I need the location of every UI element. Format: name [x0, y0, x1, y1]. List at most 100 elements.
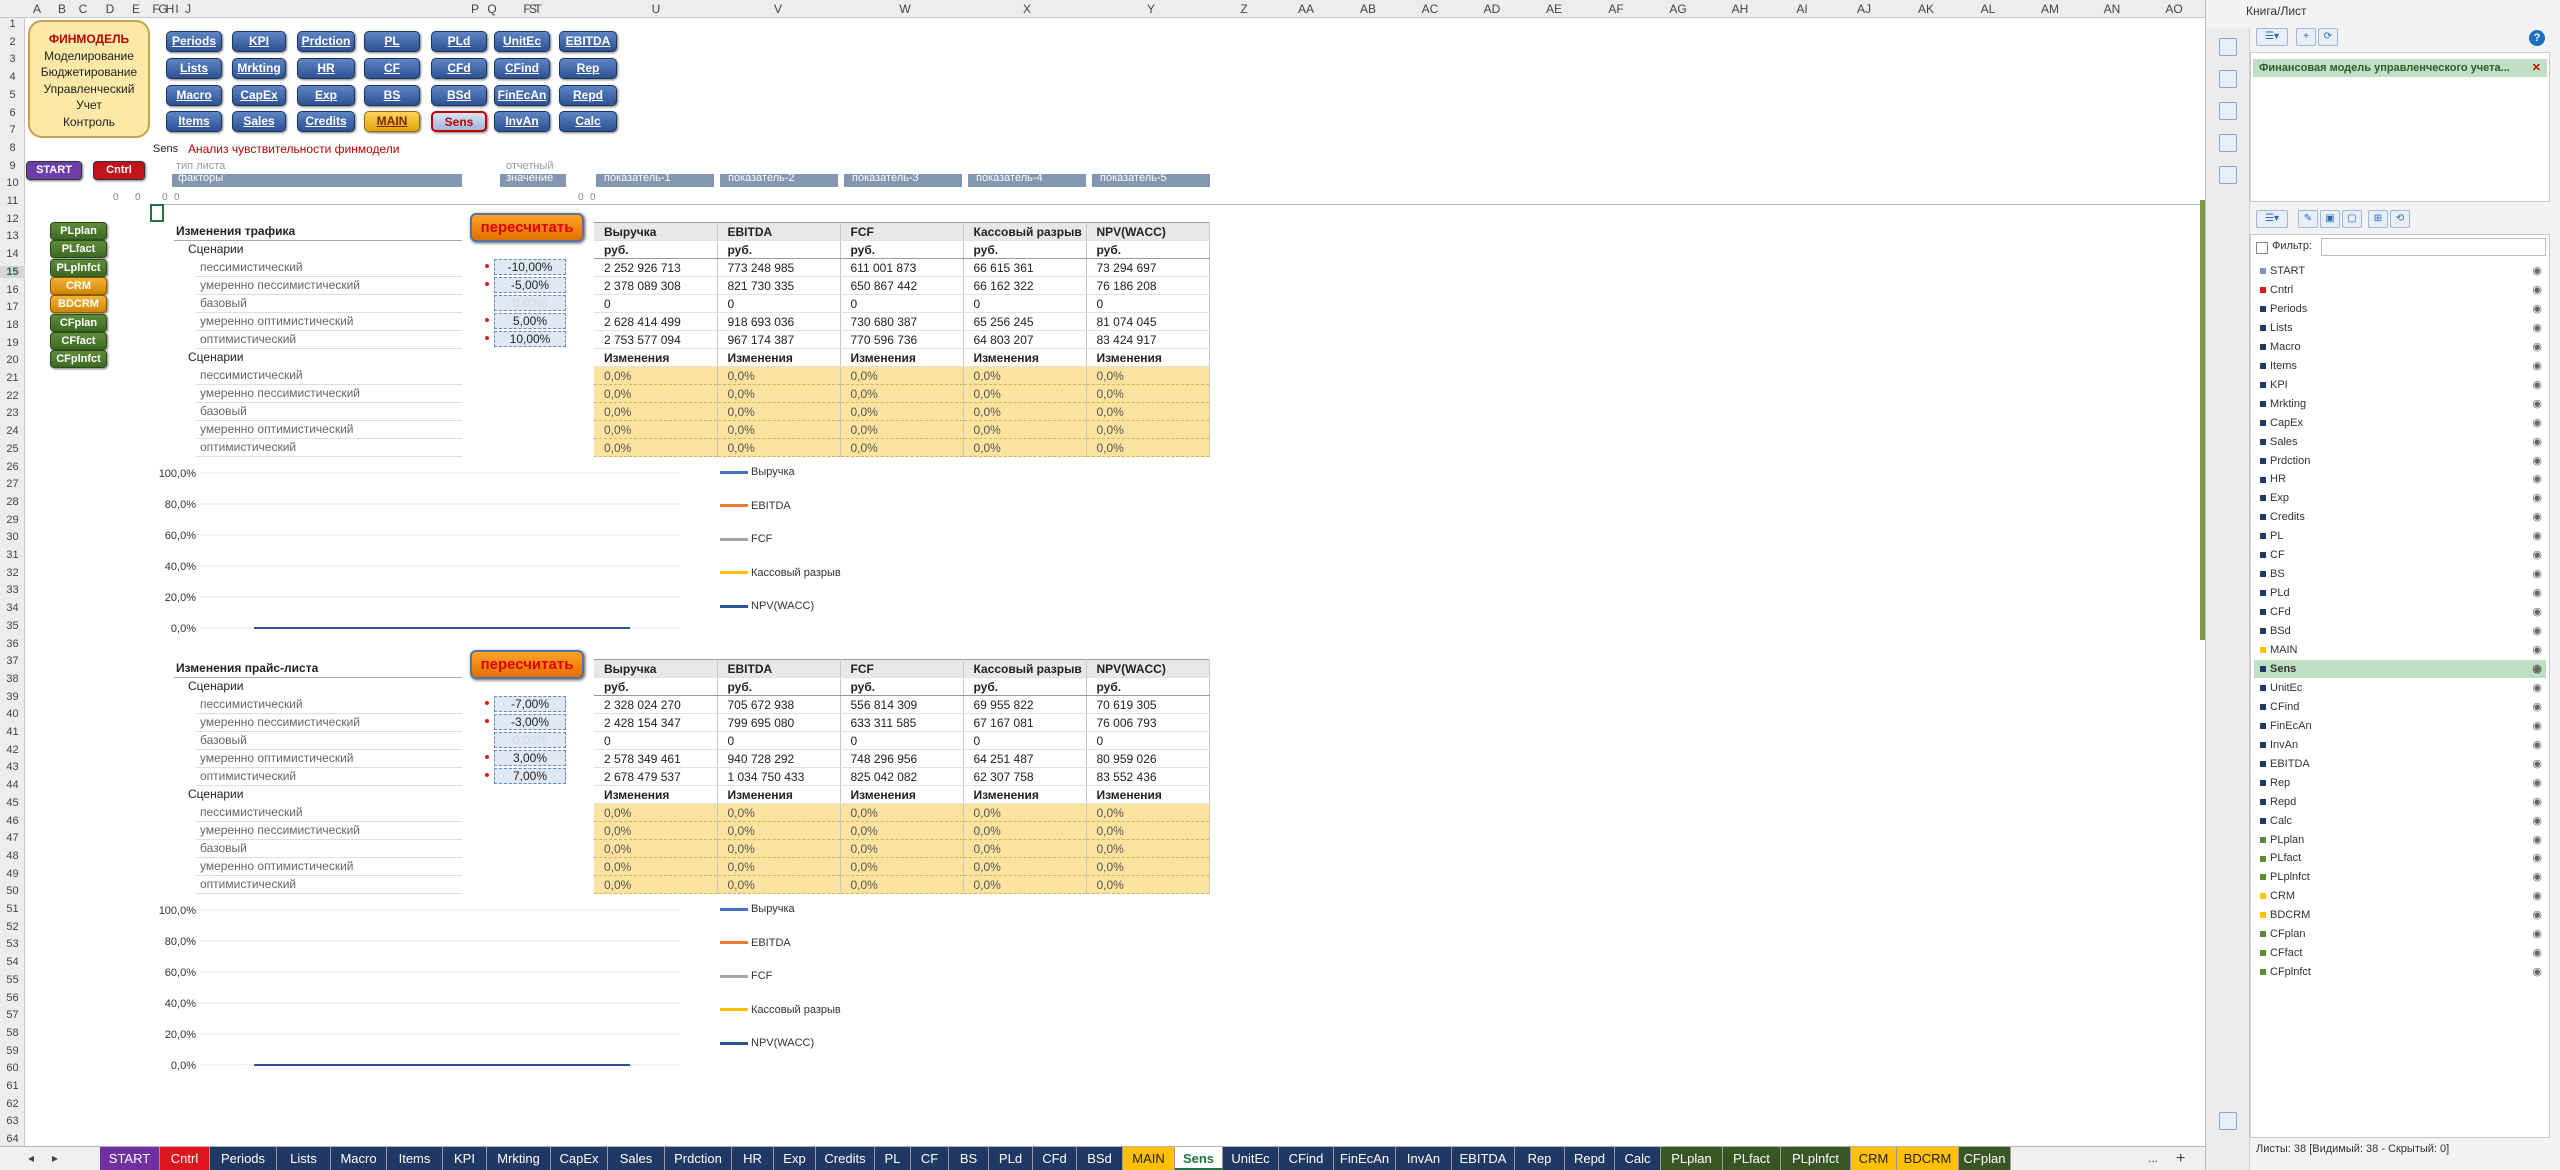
value-cell[interactable]: 76 006 793 [1086, 713, 1210, 732]
row-header[interactable]: 13 [0, 230, 25, 242]
nav-button-ebitda[interactable]: EBITDA [559, 31, 617, 52]
sheet-tab-credits[interactable]: Credits [816, 1147, 875, 1170]
visibility-eye-icon[interactable]: ◉ [2532, 963, 2542, 981]
sheet-tab-items[interactable]: Items [387, 1147, 443, 1170]
value-cell[interactable]: 799 695 080 [717, 713, 841, 732]
nav-button-capex[interactable]: CapEx [232, 85, 286, 106]
sheet-list-item[interactable]: UnitEc ◉ [2254, 679, 2546, 697]
change-cell[interactable]: 0,0% [963, 402, 1087, 421]
change-cell[interactable]: 0,0% [1086, 839, 1210, 858]
sheet-list-item[interactable]: Mrkting ◉ [2254, 395, 2546, 413]
value-cell[interactable]: 64 251 487 [963, 749, 1087, 768]
change-cell[interactable]: 0,0% [840, 875, 964, 894]
row-header[interactable]: 6 [0, 107, 25, 119]
change-cell[interactable]: 0,0% [717, 420, 841, 439]
sheet-tab-plplnfct[interactable]: PLplnfct [1781, 1147, 1851, 1170]
sheet-tab-ebitda[interactable]: EBITDA [1452, 1147, 1515, 1170]
filter-checkbox[interactable] [2256, 242, 2268, 254]
value-cell[interactable]: 940 728 292 [717, 749, 841, 768]
visibility-eye-icon[interactable]: ◉ [2532, 698, 2542, 716]
row-header[interactable]: 22 [0, 390, 25, 402]
sheet-list-item[interactable]: Cntrl ◉ [2254, 281, 2546, 299]
change-cell[interactable]: 0,0% [840, 821, 964, 840]
row-header[interactable]: 63 [0, 1115, 25, 1127]
value-cell[interactable]: 76 186 208 [1086, 276, 1210, 295]
change-cell[interactable]: 0,0% [594, 384, 718, 403]
sheet-tab-prdction[interactable]: Prdction [665, 1147, 732, 1170]
row-header[interactable]: 10 [0, 177, 25, 189]
nav-button-items[interactable]: Items [166, 111, 222, 132]
row-header[interactable]: 54 [0, 956, 25, 968]
sheet-list-item[interactable]: BDCRM ◉ [2254, 906, 2546, 924]
sheet-list-item[interactable]: InvAn ◉ [2254, 736, 2546, 754]
scenario-percent-input[interactable]: -5,00% [494, 277, 566, 293]
change-cell[interactable]: 0,0% [840, 803, 964, 822]
row-header[interactable]: 55 [0, 974, 25, 986]
change-cell[interactable]: 0,0% [594, 839, 718, 858]
column-header[interactable]: Y [1147, 2, 1155, 16]
sheet-tab-periods[interactable]: Periods [210, 1147, 277, 1170]
sheet-tab-cfplan[interactable]: CFplan [1959, 1147, 2011, 1170]
row-header[interactable]: 61 [0, 1080, 25, 1092]
row-header[interactable]: 15 [0, 265, 25, 278]
visibility-eye-icon[interactable]: ◉ [2532, 925, 2542, 943]
side-button-plplan[interactable]: PLplan [50, 222, 107, 240]
sheet-list-item[interactable]: CFplnfct ◉ [2254, 963, 2546, 981]
nav-button-finecan[interactable]: FinEcAn [494, 85, 550, 106]
nav-button-hr[interactable]: HR [297, 58, 355, 79]
change-cell[interactable]: 0,0% [594, 821, 718, 840]
sheet-tab-hr[interactable]: HR [732, 1147, 774, 1170]
tab-next-icon[interactable]: ▸ [52, 1147, 58, 1170]
visibility-eye-icon[interactable]: ◉ [2532, 944, 2542, 962]
column-header[interactable]: Q [487, 2, 496, 16]
value-cell[interactable]: 0 [717, 294, 841, 313]
row-header[interactable]: 47 [0, 832, 25, 844]
scenario-percent-input[interactable]: 0,00% [494, 732, 566, 748]
nav-button-bs[interactable]: BS [364, 85, 420, 106]
sheet-list-item[interactable]: Repd ◉ [2254, 793, 2546, 811]
sheet-tab-exp[interactable]: Exp [774, 1147, 816, 1170]
column-header[interactable]: W [899, 2, 910, 16]
sheet-list-item[interactable]: START ◉ [2254, 262, 2546, 280]
column-header[interactable]: AD [1484, 2, 1501, 16]
visibility-eye-icon[interactable]: ◉ [2532, 831, 2542, 849]
value-cell[interactable]: 67 167 081 [963, 713, 1087, 732]
column-header[interactable]: AG [1669, 2, 1686, 16]
row-header[interactable]: 31 [0, 549, 25, 561]
value-cell[interactable]: 62 307 758 [963, 767, 1087, 786]
column-header[interactable]: H [166, 2, 175, 16]
sheet-list-item[interactable]: Lists ◉ [2254, 319, 2546, 337]
row-header[interactable]: 3 [0, 53, 25, 65]
change-cell[interactable]: 0,0% [963, 875, 1087, 894]
nav-button-repd[interactable]: Repd [559, 85, 617, 106]
value-cell[interactable]: 66 162 322 [963, 276, 1087, 295]
value-cell[interactable]: 66 615 361 [963, 258, 1087, 277]
sheets-view-icon[interactable] [2219, 38, 2237, 56]
row-header[interactable]: 23 [0, 407, 25, 419]
column-header[interactable]: AC [1422, 2, 1439, 16]
row-header[interactable]: 42 [0, 744, 25, 756]
value-cell[interactable]: 2 428 154 347 [594, 713, 718, 732]
row-header[interactable]: 44 [0, 779, 25, 791]
change-cell[interactable]: 0,0% [717, 875, 841, 894]
nav-button-main[interactable]: MAIN [364, 111, 420, 132]
value-cell[interactable]: 770 596 736 [840, 330, 964, 349]
change-cell[interactable]: 0,0% [594, 402, 718, 421]
nav-button-rep[interactable]: Rep [559, 58, 617, 79]
change-cell[interactable]: 0,0% [1086, 821, 1210, 840]
scenario-percent-input[interactable]: -10,00% [494, 259, 566, 275]
nav-button-macro[interactable]: Macro [166, 85, 222, 106]
sheet-list-item[interactable]: Periods ◉ [2254, 300, 2546, 318]
column-header[interactable]: D [106, 2, 115, 16]
show-icon[interactable]: ▣ [2320, 210, 2340, 228]
row-header[interactable]: 1 [0, 18, 25, 30]
value-cell[interactable]: 73 294 697 [1086, 258, 1210, 277]
change-cell[interactable]: 0,0% [717, 438, 841, 457]
value-cell[interactable]: 64 803 207 [963, 330, 1087, 349]
sensitivity-chart[interactable]: 100,0% 80,0% 60,0% 40,0% 20,0% 0,0% [150, 466, 690, 636]
value-cell[interactable]: 81 074 045 [1086, 312, 1210, 331]
visibility-eye-icon[interactable]: ◉ [2532, 906, 2542, 924]
value-cell[interactable]: 80 959 026 [1086, 749, 1210, 768]
side-button-bdcrm[interactable]: BDCRM [50, 295, 107, 314]
sheet-list-item[interactable]: EBITDA ◉ [2254, 755, 2546, 773]
